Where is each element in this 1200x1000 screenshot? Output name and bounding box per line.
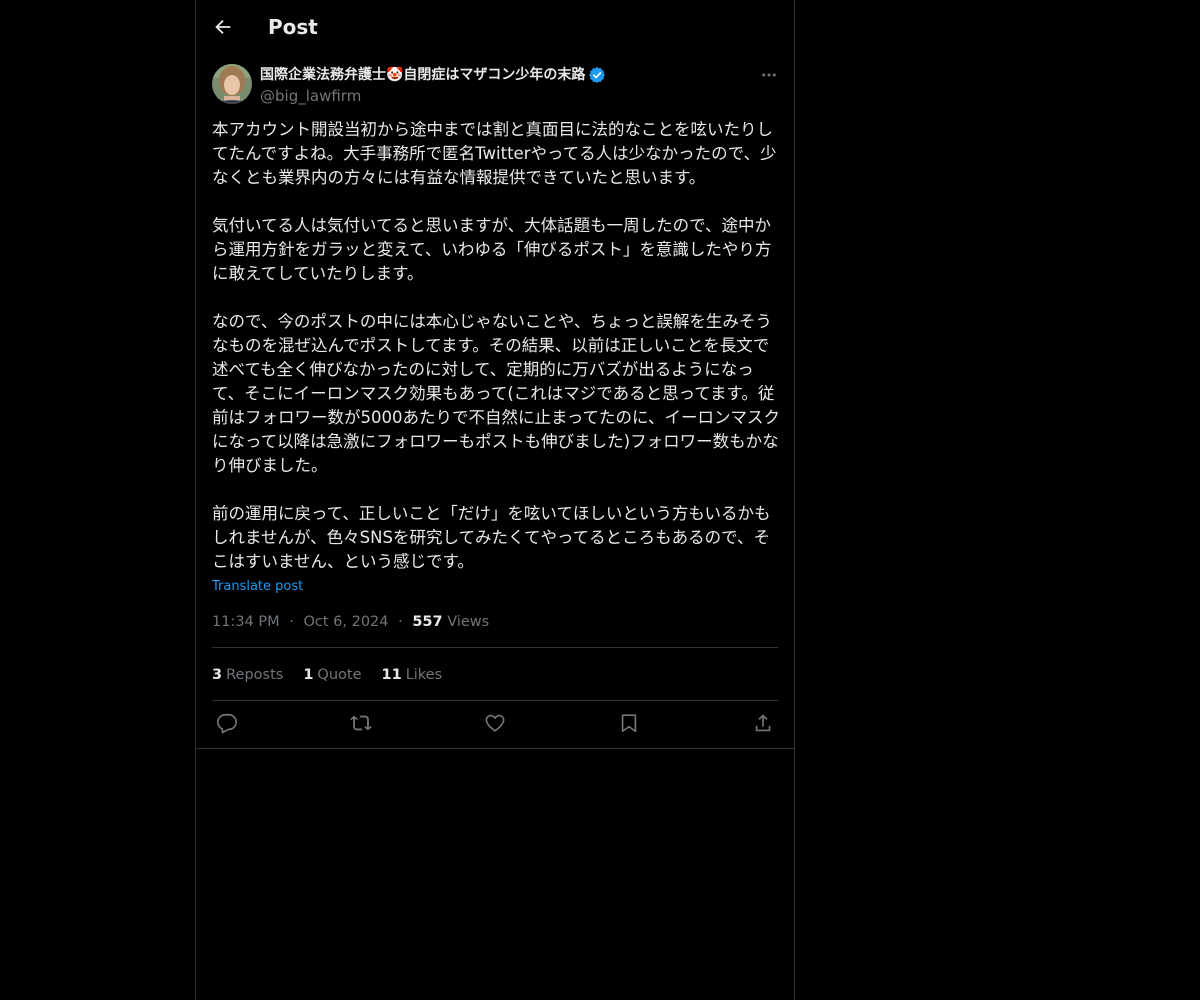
- post-bottom-border: [196, 748, 794, 749]
- divider: [212, 700, 778, 701]
- reposts-stat[interactable]: 3 Reposts: [212, 664, 283, 686]
- page-header: Post: [196, 0, 794, 54]
- avatar[interactable]: [212, 64, 252, 104]
- meta-separator: ·: [289, 614, 294, 630]
- name-row: 国際企業法務弁護士🤡自閉症はマザコン少年の末路: [260, 65, 606, 85]
- reply-icon: [217, 713, 237, 734]
- arrow-left-icon: [215, 19, 231, 35]
- translate-post-link[interactable]: Translate post: [212, 577, 303, 597]
- post-meta: 11:34 PM · Oct 6, 2024 · 557 Views: [212, 611, 489, 633]
- action-bar: [212, 712, 778, 738]
- author-block: 国際企業法務弁護士🤡自閉症はマザコン少年の末路 @big_lawfirm: [212, 64, 778, 106]
- reposts-label: Reposts: [226, 667, 284, 683]
- back-button[interactable]: [212, 16, 234, 38]
- more-options-button[interactable]: [760, 66, 778, 84]
- share-button[interactable]: [752, 712, 774, 734]
- divider: [212, 647, 778, 648]
- like-icon: [485, 714, 505, 732]
- more-horizontal-icon: [762, 73, 776, 77]
- reply-button[interactable]: [216, 712, 238, 734]
- likes-count: 11: [381, 667, 402, 683]
- likes-stat[interactable]: 11 Likes: [382, 664, 443, 686]
- share-icon: [755, 714, 771, 732]
- quotes-label: Quote: [317, 667, 362, 683]
- bookmark-button[interactable]: [618, 712, 640, 734]
- post-time[interactable]: 11:34 PM: [212, 614, 280, 630]
- user-handle[interactable]: @big_lawfirm: [260, 86, 361, 106]
- repost-icon: [350, 715, 372, 731]
- meta-separator: ·: [398, 614, 403, 630]
- post-date[interactable]: Oct 6, 2024: [303, 614, 388, 630]
- views-count: 557: [412, 614, 443, 630]
- like-button[interactable]: [484, 712, 506, 734]
- bookmark-icon: [621, 714, 637, 733]
- post-column: Post 国際企業法務弁護士🤡自閉症はマザコン少年の末路 @big_lawfir: [195, 0, 795, 1000]
- engagement-stats: 3 Reposts 1 Quote 11 Likes: [212, 664, 462, 686]
- quotes-count: 1: [303, 667, 314, 683]
- quotes-stat[interactable]: 1 Quote: [303, 664, 361, 686]
- views-label: Views: [447, 614, 490, 630]
- repost-button[interactable]: [350, 712, 372, 734]
- post-text: 本アカウント開設当初から途中までは割と真面目に法的なことを呟いたりしてたんですよ…: [212, 120, 781, 571]
- reposts-count: 3: [212, 667, 223, 683]
- likes-label: Likes: [405, 667, 443, 683]
- verified-badge-icon: [588, 66, 606, 84]
- display-name[interactable]: 国際企業法務弁護士🤡自閉症はマザコン少年の末路: [260, 65, 585, 85]
- user-avatar-icon: [212, 64, 252, 104]
- page-title: Post: [268, 15, 318, 39]
